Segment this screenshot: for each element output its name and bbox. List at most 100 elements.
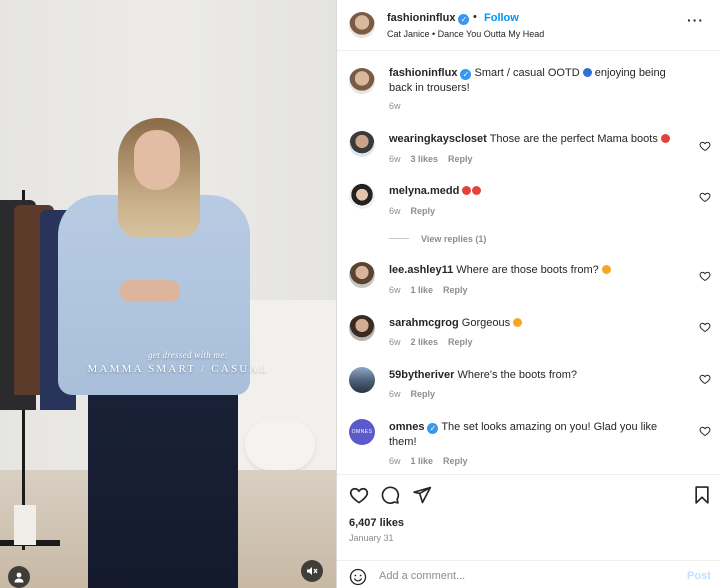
comment-meta: 6w 3 likes Reply [389,154,483,164]
commenter-avatar[interactable] [349,183,375,209]
overlay-title: MAMMA SMART / CASUAL [87,363,269,375]
mute-icon [307,567,318,575]
trousers [88,370,238,588]
storage-box [14,505,36,545]
comment-username[interactable]: lee.ashley11 [389,264,453,276]
comment-time: 6w [389,337,401,347]
comment-username[interactable]: 59bytheriver [389,369,454,381]
blue-heart-icon [582,68,592,77]
reply-button[interactable]: Reply [443,456,468,466]
view-replies-button[interactable]: View replies (1) [389,234,486,244]
overlay-subtitle: get dressed with me: [148,350,228,360]
heart-icon[interactable] [699,321,711,333]
commenter-avatar[interactable] [349,367,375,393]
comment-meta: 6w Reply [389,389,445,399]
share-icon[interactable] [412,485,432,505]
comment-text: wearingkayscloset Those are the perfect … [389,132,679,147]
caption-meta: 6w [389,101,411,111]
commenter-avatar[interactable] [349,262,375,288]
comment-likes[interactable]: 1 like [411,456,434,466]
heart-icon[interactable] [699,425,711,437]
caption-text: fashioninflux ✓ Smart / casual OOTD enjoy… [389,66,679,96]
smile-emoji-icon [513,318,523,327]
view-replies-label: View replies (1) [421,234,487,244]
smile-emoji-icon [601,265,611,274]
comment-text: 59bytheriver Where's the boots from? [389,368,679,383]
comment-time: 6w [389,154,401,164]
audio-attribution[interactable]: Cat Janice • Dance You Outta My Head [387,29,544,39]
comment-username[interactable]: omnes [389,421,424,433]
comment-meta: 6w Reply [389,206,445,216]
author-avatar[interactable] [349,12,375,38]
comment-username[interactable]: wearingkayscloset [389,133,487,145]
comment-input[interactable] [379,567,669,585]
more-icon[interactable]: ··· [687,12,704,28]
reply-button[interactable]: Reply [443,285,468,295]
follow-button[interactable]: Follow [484,12,519,24]
comment-meta: 6w 1 like Reply [389,456,478,466]
post-actions: 6,407 likes January 31 [337,474,720,564]
verified-icon: ✓ [427,423,439,434]
verified-icon: ✓ [458,14,470,25]
comment-text: lee.ashley11 Where are those boots from? [389,263,679,278]
comment-body: Where's the boots from? [457,369,578,381]
post-video[interactable]: get dressed with me: MAMMA SMART / CASUA… [0,0,336,588]
user-icon [14,572,24,583]
post-viewer: get dressed with me: MAMMA SMART / CASUA… [0,0,720,588]
heart-icon[interactable] [699,140,711,152]
comment-icon[interactable] [380,485,400,505]
comment-body: Those are the perfect Mama boots [489,133,658,145]
comment-text: sarahmcgrog Gorgeous [389,316,679,331]
comment-time: 6w [389,285,401,295]
reply-button[interactable]: Reply [448,337,473,347]
face [134,130,180,190]
replies-line [389,238,409,239]
add-comment-bar: Post [337,560,720,588]
author-avatar[interactable] [349,68,375,94]
commenter-avatar[interactable] [349,131,375,157]
comments-panel: fashioninflux ✓ • Follow Cat Janice • Dan… [337,0,720,588]
comment-time: 6w [389,456,401,466]
emoji-icon[interactable] [349,568,367,586]
separator-dot: • [473,11,477,23]
comment-text: omnes ✓ The set looks amazing on you! Gla… [389,420,679,450]
hands [120,280,180,302]
caption-body: Smart / casual OOTD [474,67,580,79]
comment-likes[interactable]: 3 likes [411,154,439,164]
reply-button[interactable]: Reply [411,206,436,216]
mute-button[interactable] [301,560,323,582]
comment-meta: 6w 2 likes Reply [389,337,483,347]
comment-username[interactable]: melyna.medd [389,185,459,197]
likes-count[interactable]: 6,407 likes [349,517,404,529]
comment-meta: 6w 1 like Reply [389,285,478,295]
comment-time: 6w [389,389,401,399]
post-date: January 31 [349,533,394,543]
comment-body: Gorgeous [461,317,511,329]
verified-icon: ✓ [460,69,472,80]
heart-emoji-icon [660,134,670,143]
comment-likes[interactable]: 2 likes [411,337,439,347]
comment-time: 6w [389,206,401,216]
bookmark-icon[interactable] [692,485,712,505]
post-header: fashioninflux ✓ • Follow Cat Janice • Dan… [337,0,720,51]
heart-icon[interactable] [349,485,369,505]
post-button[interactable]: Post [687,570,711,582]
heart-emoji-icon [462,186,472,195]
comment-text: melyna.medd [389,184,679,199]
comment-likes[interactable]: 1 like [411,285,434,295]
comment-username[interactable]: sarahmcgrog [389,317,459,329]
heart-icon[interactable] [699,270,711,282]
reply-button[interactable]: Reply [411,389,436,399]
comment-body: Where are those boots from? [456,264,599,276]
avatar-logo-text: OMNES [351,429,373,435]
caption-time: 6w [389,101,401,111]
author-username[interactable]: fashioninflux ✓ [387,12,470,25]
caption-username[interactable]: fashioninflux [389,67,457,79]
commenter-avatar[interactable] [349,315,375,341]
heart-icon[interactable] [699,373,711,385]
tagged-users-button[interactable] [8,566,30,588]
commenter-avatar[interactable]: OMNES [349,419,375,445]
reply-button[interactable]: Reply [448,154,473,164]
bathtub [245,420,315,470]
heart-icon[interactable] [699,191,711,203]
